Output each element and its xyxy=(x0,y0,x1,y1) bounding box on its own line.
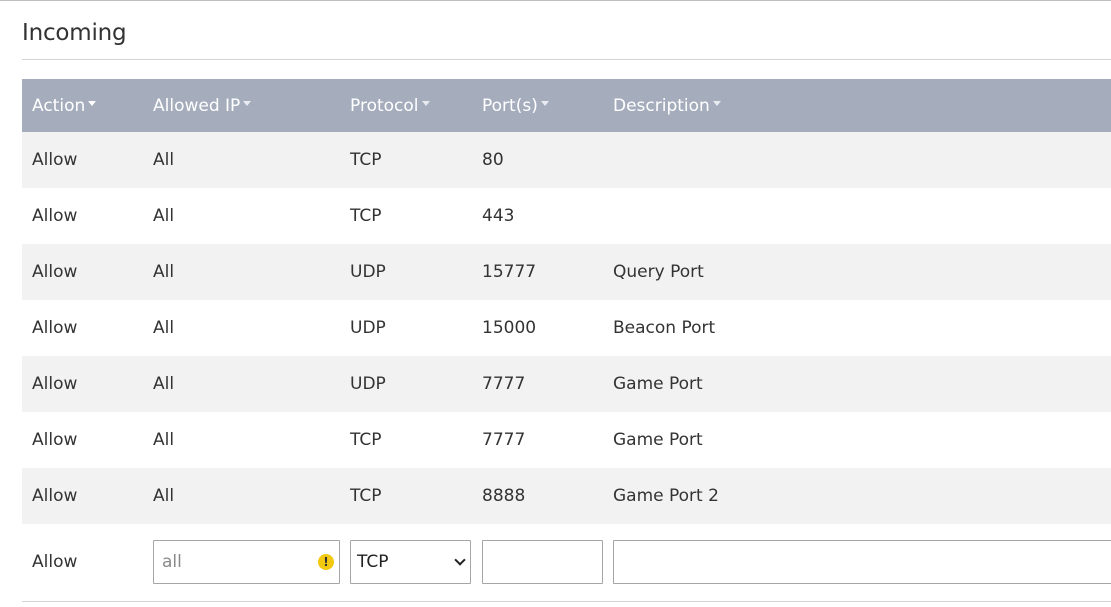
sort-caret-icon xyxy=(712,101,721,106)
table-row: Allow All UDP 15000 Beacon Port xyxy=(22,300,1111,356)
cell-action: Allow xyxy=(32,150,78,170)
cell-protocol: UDP xyxy=(350,262,386,282)
column-header-label: Port(s) xyxy=(482,95,538,116)
cell-allowed-ip: All xyxy=(153,374,175,394)
column-header-label: Protocol xyxy=(350,95,419,116)
new-rule-description-cell xyxy=(603,524,1111,601)
table-row: Allow All TCP 8888 Game Port 2 xyxy=(22,468,1111,524)
column-header-action[interactable]: Action xyxy=(22,79,143,132)
table-row: Allow All UDP 7777 Game Port xyxy=(22,356,1111,412)
cell-allowed-ip: All xyxy=(153,318,175,338)
cell-action: Allow xyxy=(32,206,78,226)
top-divider xyxy=(0,0,1111,1)
cell-description: Game Port 2 xyxy=(613,486,719,506)
cell-protocol: TCP xyxy=(350,150,382,170)
section-title: Incoming xyxy=(22,20,127,46)
column-header-label: Description xyxy=(613,95,710,116)
cell-allowed-ip: All xyxy=(153,486,175,506)
cell-protocol: TCP xyxy=(350,430,382,450)
column-header-allowed-ip[interactable]: Allowed IP xyxy=(143,79,340,132)
cell-description: Game Port xyxy=(613,374,703,394)
allowed-ip-input[interactable] xyxy=(153,540,340,585)
firewall-rules-table: Action Allowed IP Protocol Port(s) Descr… xyxy=(22,79,1111,602)
protocol-select[interactable]: TCP xyxy=(350,540,471,585)
column-header-ports[interactable]: Port(s) xyxy=(472,79,603,132)
table-header: Action Allowed IP Protocol Port(s) Descr… xyxy=(22,79,1111,132)
column-header-label: Action xyxy=(32,95,86,116)
new-rule-row: Allow ! TCP xyxy=(22,524,1111,601)
cell-port: 8888 xyxy=(482,486,526,506)
cell-description: Game Port xyxy=(613,430,703,450)
cell-port: 7777 xyxy=(482,374,526,394)
cell-action: Allow xyxy=(32,430,78,450)
table-row: Allow All TCP 80 xyxy=(22,132,1111,188)
port-input[interactable] xyxy=(482,540,603,585)
cell-action: Allow xyxy=(32,486,78,506)
cell-action: Allow xyxy=(32,262,78,282)
table-row: Allow All UDP 15777 Query Port xyxy=(22,244,1111,300)
table-row: Allow All TCP 443 xyxy=(22,188,1111,244)
title-divider xyxy=(22,59,1111,60)
sort-caret-icon xyxy=(88,101,97,106)
cell-allowed-ip: All xyxy=(153,430,175,450)
cell-allowed-ip: All xyxy=(153,206,175,226)
sort-caret-icon xyxy=(421,101,430,106)
column-header-protocol[interactable]: Protocol xyxy=(340,79,472,132)
sort-caret-icon xyxy=(243,101,252,106)
protocol-select-value: TCP xyxy=(357,552,389,573)
description-input[interactable] xyxy=(613,540,1111,585)
column-header-description[interactable]: Description xyxy=(603,79,1111,132)
cell-description: Beacon Port xyxy=(613,318,716,338)
cell-port: 7777 xyxy=(482,430,526,450)
column-header-label: Allowed IP xyxy=(153,95,241,116)
cell-action: Allow xyxy=(32,374,78,394)
cell-port: 80 xyxy=(482,150,504,170)
allowed-ip-field-wrapper: ! xyxy=(153,540,340,585)
cell-protocol: TCP xyxy=(350,206,382,226)
new-rule-protocol-cell: TCP xyxy=(340,524,472,601)
cell-description: Query Port xyxy=(613,262,704,282)
cell-port: 15000 xyxy=(482,318,537,338)
new-rule-action: Allow xyxy=(32,552,78,573)
cell-protocol: UDP xyxy=(350,318,386,338)
header-row: Action Allowed IP Protocol Port(s) Descr… xyxy=(22,79,1111,132)
cell-allowed-ip: All xyxy=(153,150,175,170)
cell-port: 443 xyxy=(482,206,515,226)
cell-port: 15777 xyxy=(482,262,537,282)
cell-protocol: UDP xyxy=(350,374,386,394)
cell-description xyxy=(603,132,1111,188)
sort-caret-icon xyxy=(540,101,549,106)
cell-description xyxy=(603,188,1111,244)
new-rule-ip-cell: ! xyxy=(143,524,340,601)
table-body: Allow All TCP 80 Allow All TCP 443 Allow… xyxy=(22,132,1111,601)
cell-allowed-ip: All xyxy=(153,262,175,282)
cell-action: Allow xyxy=(32,318,78,338)
cell-protocol: TCP xyxy=(350,486,382,506)
table-row: Allow All TCP 7777 Game Port xyxy=(22,412,1111,468)
chevron-down-icon xyxy=(454,554,466,566)
new-rule-port-cell xyxy=(472,524,603,601)
